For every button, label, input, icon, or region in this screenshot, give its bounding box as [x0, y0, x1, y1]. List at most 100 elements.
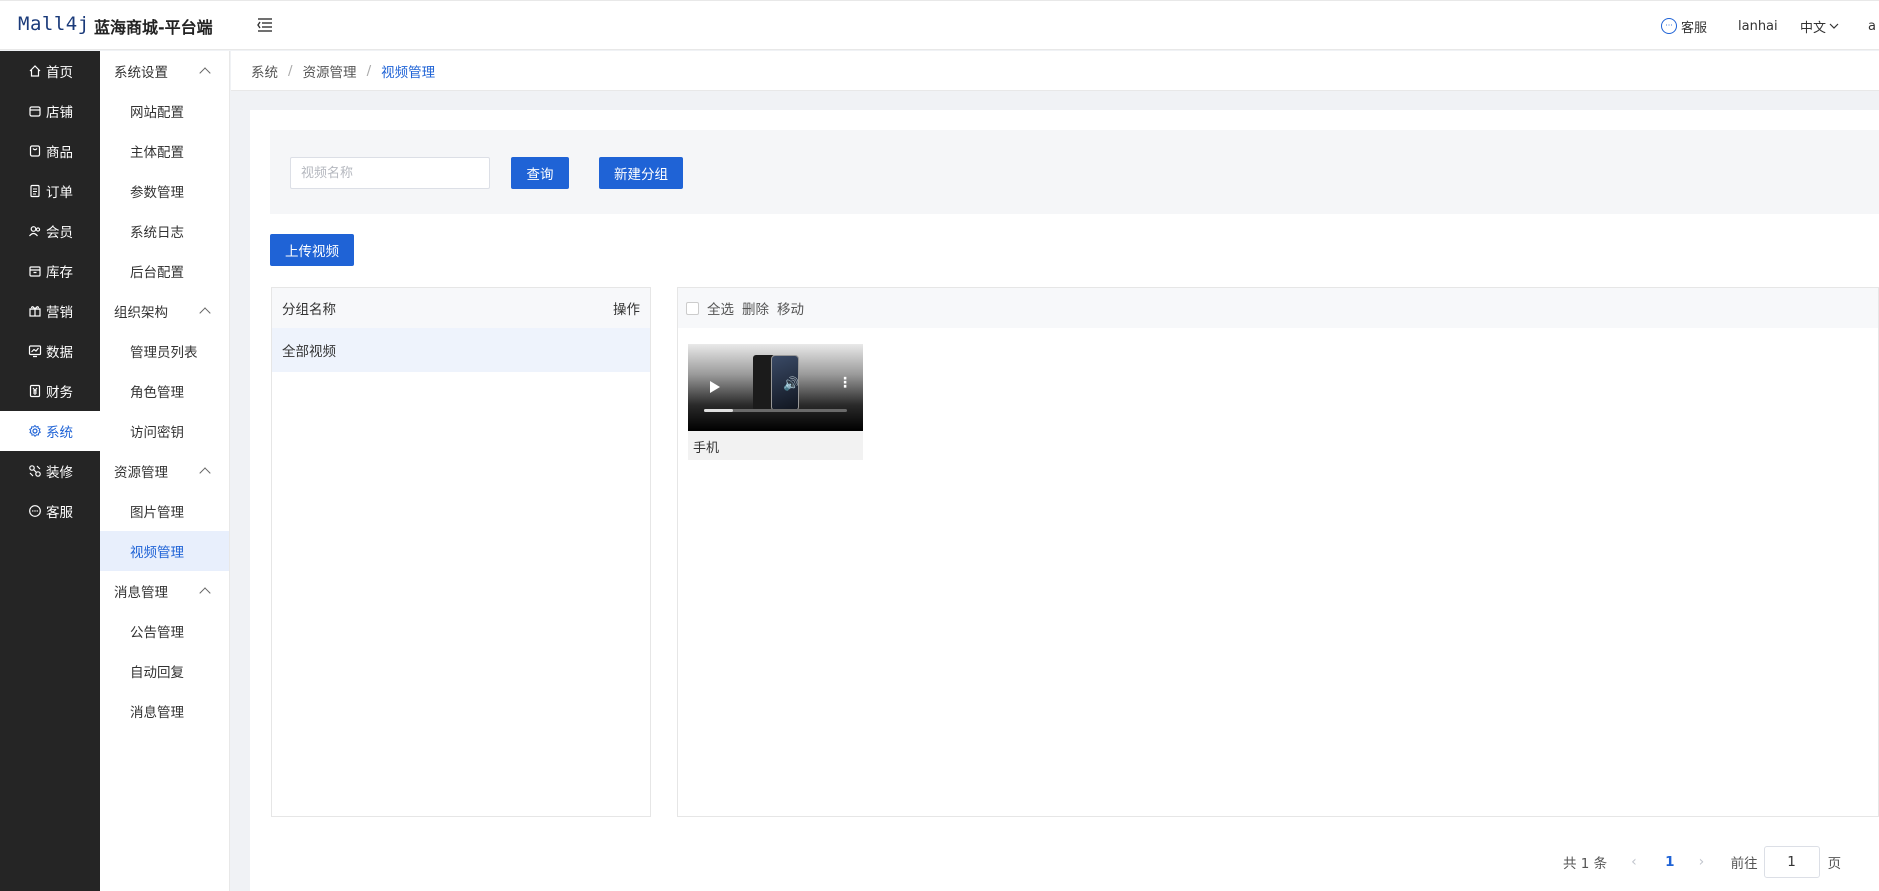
goods-icon [28, 144, 42, 158]
account-menu[interactable]: a [1868, 1, 1876, 51]
video-name-search-input[interactable] [290, 157, 490, 189]
new-group-button[interactable]: 新建分组 [599, 157, 683, 189]
breadcrumb-separator: / [288, 62, 293, 79]
decorate-icon [28, 464, 42, 478]
goto-label: 前往 [1730, 856, 1758, 872]
upload-video-button[interactable]: 上传视频 [270, 234, 354, 266]
select-all-label[interactable]: 全选 [707, 298, 734, 318]
chat-bubble-icon: ··· [1661, 18, 1677, 34]
submenu-group[interactable]: 资源管理 [100, 451, 229, 491]
video-progress-bar[interactable] [704, 409, 847, 412]
query-button[interactable]: 查询 [511, 157, 569, 189]
chevron-down-icon [1829, 23, 1839, 29]
more-options-icon[interactable]: ⋮ [838, 376, 852, 390]
submenu-item[interactable]: 主体配置 [100, 131, 229, 171]
submenu-item[interactable]: 网站配置 [100, 91, 229, 131]
group-table-header: 分组名称 操作 [272, 288, 650, 328]
group-row-all-videos[interactable]: 全部视频 [272, 328, 650, 372]
chevron-up-icon [199, 467, 211, 479]
order-icon [28, 184, 42, 198]
nav-item-label: 店铺 [46, 105, 73, 121]
nav-item-chat[interactable]: 客服 [0, 491, 100, 531]
primary-sidebar: 首页店铺商品订单会员库存营销数据财务系统装修客服 [0, 51, 100, 891]
submenu-item[interactable]: 视频管理 [100, 531, 229, 571]
nav-item-decorate[interactable]: 装修 [0, 451, 100, 491]
gear-icon [28, 424, 42, 438]
inventory-icon [28, 264, 42, 278]
goto-page-input[interactable] [1763, 846, 1820, 878]
submenu-group[interactable]: 系统设置 [100, 51, 229, 91]
breadcrumb-separator: / [366, 62, 372, 79]
group-panel: 分组名称 操作 全部视频 [271, 287, 651, 817]
nav-item-gear[interactable]: 系统 [0, 411, 100, 451]
submenu-item[interactable]: 系统日志 [100, 211, 229, 251]
submenu-item[interactable]: 消息管理 [100, 691, 229, 731]
video-player[interactable]: 🔊 ⋮ [688, 344, 863, 431]
submenu-group-title: 消息管理 [114, 585, 168, 601]
video-toolbar: 全选 删除 移动 [678, 288, 1878, 328]
nav-item-member[interactable]: 会员 [0, 211, 100, 251]
language-select[interactable]: 中文 [1800, 1, 1840, 51]
nav-item-chart[interactable]: 数据 [0, 331, 100, 371]
group-action-column-header: 操作 [613, 302, 640, 318]
nav-item-label: 装修 [46, 465, 73, 481]
submenu-group-title: 资源管理 [114, 465, 168, 481]
chat-icon [28, 504, 42, 518]
nav-item-label: 营销 [46, 305, 73, 321]
secondary-sidebar: 系统设置 网站配置 主体配置 参数管理 系统日志 后台配置组织架构管理员列表 角色管理 访问密… [100, 51, 230, 891]
nav-item-label: 会员 [46, 225, 73, 241]
move-button[interactable]: 移动 [777, 298, 804, 318]
submenu-group-title: 组织架构 [114, 305, 168, 321]
nav-item-label: 客服 [46, 505, 73, 521]
chart-icon [28, 344, 42, 358]
play-icon[interactable] [710, 381, 720, 393]
submenu-group[interactable]: 消息管理 [100, 571, 229, 611]
finance-icon [28, 384, 42, 398]
customer-service-link[interactable]: ··· 客服 [1661, 1, 1707, 51]
select-all-checkbox[interactable] [686, 301, 699, 315]
submenu-item[interactable]: 公告管理 [100, 611, 229, 651]
volume-icon[interactable]: 🔊 [783, 377, 799, 392]
nav-item-store[interactable]: 店铺 [0, 91, 100, 131]
user-menu[interactable]: lanhai [1738, 1, 1778, 51]
nav-item-label: 系统 [46, 425, 73, 441]
home-icon [28, 64, 42, 78]
group-name-column-header: 分组名称 [282, 302, 336, 318]
submenu-item[interactable]: 参数管理 [100, 171, 229, 211]
submenu-item[interactable]: 角色管理 [100, 371, 229, 411]
chevron-up-icon [199, 587, 211, 599]
nav-item-home[interactable]: 首页 [0, 51, 100, 91]
submenu-item[interactable]: 管理员列表 [100, 331, 229, 371]
nav-item-finance[interactable]: 财务 [0, 371, 100, 411]
submenu-item[interactable]: 后台配置 [100, 251, 229, 291]
breadcrumb-item-resource[interactable]: 资源管理 [303, 61, 357, 81]
delete-button[interactable]: 删除 [742, 298, 769, 318]
menu-collapse-icon[interactable] [254, 14, 276, 36]
video-card[interactable]: 🔊 ⋮ 手机 [688, 344, 863, 460]
nav-item-gift[interactable]: 营销 [0, 291, 100, 331]
brand-title: 蓝海商城-平台端 [94, 18, 213, 37]
nav-item-label: 商品 [46, 145, 73, 161]
store-icon [28, 104, 42, 118]
submenu-item[interactable]: 自动回复 [100, 651, 229, 691]
language-label: 中文 [1800, 20, 1827, 36]
search-bar: 查询 新建分组 [270, 130, 1879, 214]
customer-service-label: 客服 [1681, 20, 1708, 36]
nav-item-label: 数据 [46, 345, 73, 361]
submenu-group[interactable]: 组织架构 [100, 291, 229, 331]
member-icon [28, 224, 42, 238]
submenu-item[interactable]: 访问密钥 [100, 411, 229, 451]
chevron-up-icon [199, 67, 211, 79]
breadcrumb-item-system[interactable]: 系统 [251, 61, 278, 81]
page-number-current[interactable]: 1 [1665, 854, 1674, 870]
logo[interactable]: Mall4j [18, 13, 90, 35]
nav-item-inventory[interactable]: 库存 [0, 251, 100, 291]
top-header: Mall4j 蓝海商城-平台端 ··· 客服 lanhai 中文 a [0, 0, 1879, 50]
main-panel: 查询 新建分组 上传视频 分组名称 操作 全部视频 全选 删除 移动 🔊 ⋮ [250, 110, 1879, 891]
submenu-item[interactable]: 图片管理 [100, 491, 229, 531]
nav-item-goods[interactable]: 商品 [0, 131, 100, 171]
nav-item-order[interactable]: 订单 [0, 171, 100, 211]
next-page-icon[interactable]: › [1699, 854, 1709, 870]
prev-page-icon[interactable]: ‹ [1631, 854, 1641, 870]
video-name: 手机 [693, 441, 720, 456]
